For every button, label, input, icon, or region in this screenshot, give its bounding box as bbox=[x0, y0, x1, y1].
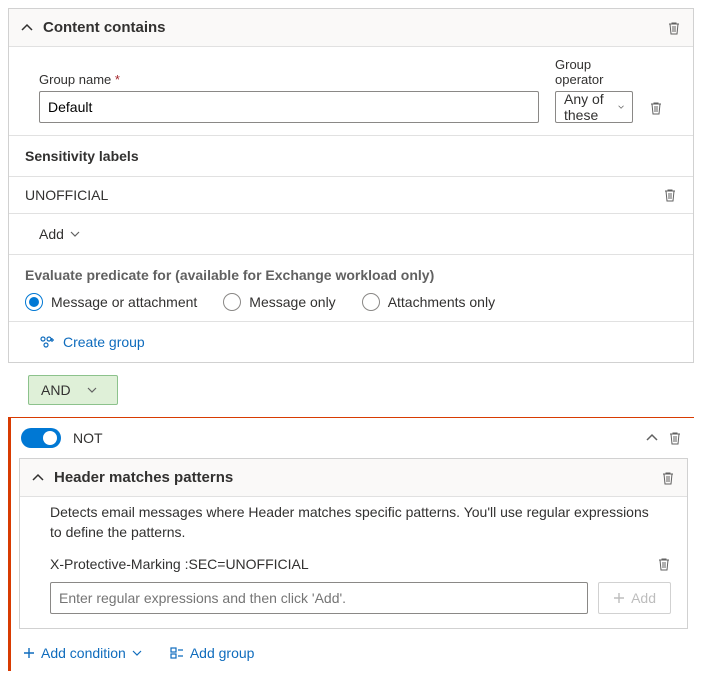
radio-label: Message only bbox=[249, 294, 335, 310]
chevron-down-icon bbox=[132, 648, 142, 658]
boolean-operator-text: AND bbox=[41, 382, 71, 398]
regex-input-row: Add bbox=[20, 580, 687, 628]
add-group-label: Add group bbox=[190, 645, 255, 661]
add-label-button[interactable]: Add bbox=[39, 226, 80, 242]
radio-message-or-attachment[interactable]: Message or attachment bbox=[25, 293, 197, 311]
delete-content-panel-icon[interactable] bbox=[667, 21, 681, 35]
header-matches-panel: Header matches patterns Detects email me… bbox=[19, 458, 688, 629]
content-contains-panel: Content contains Group name * Group oper… bbox=[8, 8, 694, 363]
group-name-field: Group name * bbox=[39, 72, 539, 123]
group-icon bbox=[170, 647, 184, 659]
not-label: NOT bbox=[73, 430, 646, 446]
group-operator-select[interactable]: Any of these bbox=[555, 91, 633, 123]
group-operator-value: Any of these bbox=[564, 91, 612, 123]
create-group-button[interactable]: Create group bbox=[9, 322, 693, 362]
plus-icon bbox=[23, 647, 35, 659]
sensitivity-labels-header: Sensitivity labels bbox=[9, 136, 693, 177]
evaluate-radios: Message or attachment Message only Attac… bbox=[25, 293, 677, 311]
radio-message-only[interactable]: Message only bbox=[223, 293, 335, 311]
evaluate-hint: Evaluate predicate for (available for Ex… bbox=[25, 267, 677, 283]
collapse-icon[interactable] bbox=[32, 472, 44, 484]
not-block: NOT Header matches patterns Detects emai… bbox=[8, 417, 694, 671]
radio-circle-icon bbox=[223, 293, 241, 311]
plus-icon bbox=[613, 592, 625, 604]
sensitivity-label-item: UNOFFICIAL bbox=[9, 177, 693, 214]
add-label-row: Add bbox=[9, 214, 693, 255]
add-condition-button[interactable]: Add condition bbox=[23, 645, 142, 661]
header-matches-header: Header matches patterns bbox=[20, 459, 687, 497]
create-group-icon bbox=[39, 335, 55, 349]
group-operator-label: Group operator bbox=[555, 57, 633, 87]
add-label-text: Add bbox=[39, 226, 64, 242]
delete-pattern-icon[interactable] bbox=[657, 557, 671, 571]
not-row: NOT bbox=[19, 426, 688, 458]
radio-circle-icon bbox=[25, 293, 43, 311]
not-footer: Add condition Add group bbox=[19, 637, 688, 663]
radio-label: Message or attachment bbox=[51, 294, 197, 310]
radio-attachments-only[interactable]: Attachments only bbox=[362, 293, 495, 311]
group-name-input[interactable] bbox=[39, 91, 539, 123]
content-contains-title: Content contains bbox=[43, 19, 667, 36]
boolean-operator-pill[interactable]: AND bbox=[28, 375, 118, 405]
toggle-knob bbox=[43, 431, 57, 445]
radio-circle-icon bbox=[362, 293, 380, 311]
group-operator-field: Group operator Any of these bbox=[555, 57, 633, 123]
group-row: Group name * Group operator Any of these bbox=[9, 47, 693, 136]
group-name-label: Group name * bbox=[39, 72, 539, 87]
delete-group-icon[interactable] bbox=[649, 101, 663, 115]
pattern-text: X-Protective-Marking :SEC=UNOFFICIAL bbox=[50, 556, 657, 572]
collapse-icon[interactable] bbox=[21, 22, 33, 34]
evaluate-section: Evaluate predicate for (available for Ex… bbox=[9, 255, 693, 322]
collapse-not-icon[interactable] bbox=[646, 432, 658, 444]
delete-label-icon[interactable] bbox=[663, 188, 677, 202]
pattern-item: X-Protective-Marking :SEC=UNOFFICIAL bbox=[20, 552, 687, 580]
header-matches-description: Detects email messages where Header matc… bbox=[20, 497, 687, 552]
not-toggle[interactable] bbox=[21, 428, 61, 448]
regex-input[interactable] bbox=[50, 582, 588, 614]
header-matches-title: Header matches patterns bbox=[54, 469, 661, 486]
delete-not-block-icon[interactable] bbox=[668, 431, 682, 445]
create-group-label: Create group bbox=[63, 334, 145, 350]
add-pattern-button[interactable]: Add bbox=[598, 582, 671, 614]
content-contains-header: Content contains bbox=[9, 9, 693, 47]
add-condition-label: Add condition bbox=[41, 645, 126, 661]
delete-header-panel-icon[interactable] bbox=[661, 471, 675, 485]
radio-label: Attachments only bbox=[388, 294, 495, 310]
add-group-button[interactable]: Add group bbox=[170, 645, 255, 661]
chevron-down-icon bbox=[87, 385, 97, 395]
add-pattern-label: Add bbox=[631, 590, 656, 606]
sensitivity-label-text: UNOFFICIAL bbox=[25, 187, 663, 203]
